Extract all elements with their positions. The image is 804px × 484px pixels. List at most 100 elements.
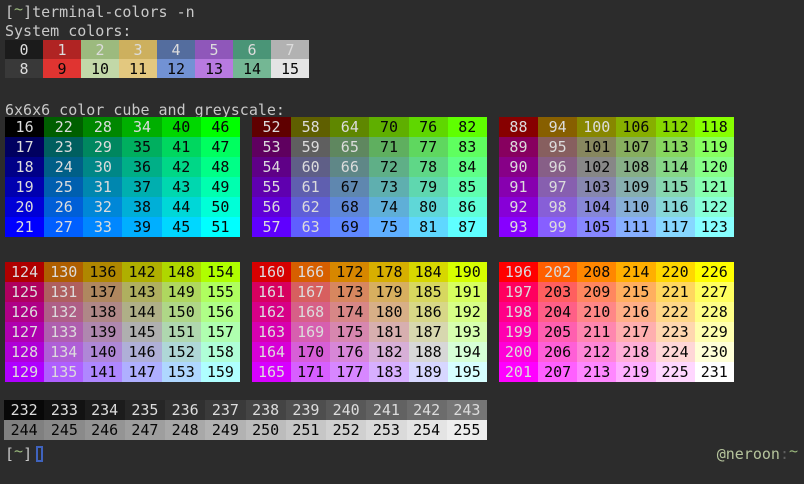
cube-color-cell: 227 <box>695 282 734 302</box>
cube-color-cell: 66 <box>330 157 369 177</box>
cube-color-cell: 157 <box>201 322 240 342</box>
system-colors-label: System colors: <box>5 22 131 41</box>
cube-color-cell: 83 <box>448 137 487 157</box>
cube-color-cell: 76 <box>409 117 448 137</box>
cube-color-cell: 170 <box>291 342 330 362</box>
cube-color-cell: 44 <box>162 197 201 217</box>
cube-color-cell: 141 <box>83 362 122 382</box>
system-color-cell: 8 <box>5 59 43 78</box>
cube-color-cell: 204 <box>538 302 577 322</box>
cube-color-cell: 177 <box>330 362 369 382</box>
cube-color-cell: 147 <box>122 362 161 382</box>
terminal-screen[interactable]: [~]terminal-colors -n System colors: 012… <box>0 0 804 484</box>
cube-color-cell: 46 <box>201 117 240 137</box>
cube-color-cell: 20 <box>5 197 44 217</box>
greyscale-cell: 252 <box>326 420 366 440</box>
greyscale-cell: 242 <box>407 400 447 420</box>
cube-color-cell: 109 <box>616 177 655 197</box>
greyscale-cell: 243 <box>447 400 487 420</box>
system-color-row: 01234567 <box>5 40 309 59</box>
cube-color-cell: 180 <box>369 302 408 322</box>
cube-color-cell: 199 <box>499 322 538 342</box>
cube-color-cell: 172 <box>330 262 369 282</box>
cube-color-cell: 127 <box>5 322 44 342</box>
cube-color-cell: 17 <box>5 137 44 157</box>
host-status: @neroon:~ <box>717 445 798 464</box>
prompt-open-bracket: [ <box>5 445 14 463</box>
cube-color-cell: 51 <box>201 217 240 237</box>
cube-color-cell: 185 <box>409 282 448 302</box>
cube-color-cell: 202 <box>538 262 577 282</box>
cube-color-cell: 112 <box>656 117 695 137</box>
system-color-cell: 10 <box>81 59 119 78</box>
cube-color-cell: 107 <box>616 137 655 157</box>
cube-color-cell: 114 <box>656 157 695 177</box>
greyscale-cell: 249 <box>205 420 245 440</box>
cube-color-cell: 149 <box>162 282 201 302</box>
cube-color-cell: 84 <box>448 157 487 177</box>
cube-color-cell: 88 <box>499 117 538 137</box>
greyscale-cell: 244 <box>4 420 44 440</box>
cube-color-cell: 101 <box>577 137 616 157</box>
cube-color-cell: 54 <box>252 157 291 177</box>
cube-color-cell: 216 <box>616 302 655 322</box>
cube-color-cell: 21 <box>5 217 44 237</box>
cube-color-cell: 184 <box>409 262 448 282</box>
cube-color-cell: 57 <box>252 217 291 237</box>
cube-color-cell: 60 <box>291 157 330 177</box>
cube-color-cell: 120 <box>695 157 734 177</box>
cube-color-cell: 61 <box>291 177 330 197</box>
cube-block-16: 1622283440461723293541471824303642481925… <box>5 117 240 237</box>
system-color-cell: 6 <box>233 40 271 59</box>
cube-color-cell: 153 <box>162 362 201 382</box>
cube-color-cell: 175 <box>330 322 369 342</box>
greyscale-cell: 251 <box>286 420 326 440</box>
cube-color-cell: 102 <box>577 157 616 177</box>
cube-color-cell: 165 <box>252 362 291 382</box>
cube-color-cell: 126 <box>5 302 44 322</box>
color-cube-band-1: 1622283440461723293541471824303642481925… <box>5 117 734 237</box>
greyscale-cell: 234 <box>85 400 125 420</box>
cube-color-cell: 110 <box>616 197 655 217</box>
system-color-row: 89101112131415 <box>5 59 309 78</box>
cube-color-cell: 182 <box>369 342 408 362</box>
cube-color-cell: 16 <box>5 117 44 137</box>
greyscale-cell: 239 <box>286 400 326 420</box>
cube-color-cell: 140 <box>83 342 122 362</box>
cube-color-cell: 171 <box>291 362 330 382</box>
cube-color-cell: 128 <box>5 342 44 362</box>
cube-color-cell: 59 <box>291 137 330 157</box>
cube-color-cell: 132 <box>44 302 83 322</box>
greyscale-cell: 245 <box>44 420 84 440</box>
system-color-cell: 13 <box>195 59 233 78</box>
greyscale-cell: 250 <box>246 420 286 440</box>
cube-color-cell: 48 <box>201 157 240 177</box>
cube-color-cell: 41 <box>162 137 201 157</box>
cube-color-cell: 226 <box>695 262 734 282</box>
cube-color-cell: 193 <box>448 322 487 342</box>
greyscale-cell: 246 <box>85 420 125 440</box>
cube-color-cell: 142 <box>122 262 161 282</box>
cube-color-cell: 73 <box>369 177 408 197</box>
cube-color-cell: 42 <box>162 157 201 177</box>
cube-color-cell: 35 <box>122 137 161 157</box>
cube-color-cell: 122 <box>695 197 734 217</box>
greyscale-cell: 254 <box>407 420 447 440</box>
greyscale-row: 244245246247248249250251252253254255 <box>4 420 487 440</box>
cube-color-cell: 221 <box>656 282 695 302</box>
cube-color-cell: 198 <box>499 302 538 322</box>
cube-color-cell: 94 <box>538 117 577 137</box>
cube-color-cell: 159 <box>201 362 240 382</box>
cube-color-cell: 30 <box>83 157 122 177</box>
cube-color-cell: 118 <box>695 117 734 137</box>
cube-color-cell: 87 <box>448 217 487 237</box>
cube-color-cell: 217 <box>616 322 655 342</box>
cube-color-cell: 225 <box>656 362 695 382</box>
system-color-cell: 12 <box>157 59 195 78</box>
system-color-cell: 1 <box>43 40 81 59</box>
cube-color-cell: 77 <box>409 137 448 157</box>
cube-color-cell: 146 <box>122 342 161 362</box>
cube-color-cell: 135 <box>44 362 83 382</box>
cube-color-cell: 210 <box>577 302 616 322</box>
cube-color-cell: 154 <box>201 262 240 282</box>
